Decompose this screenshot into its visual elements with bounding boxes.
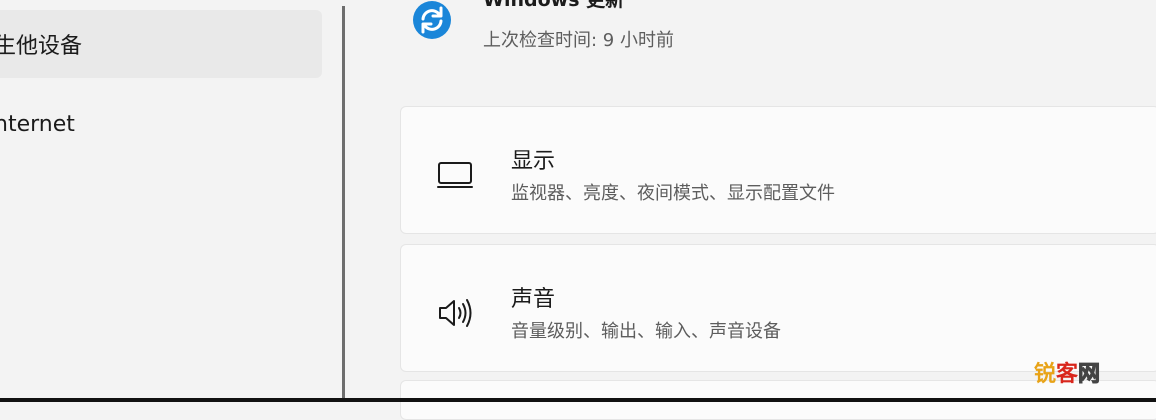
sound-settings-card[interactable]: 声音 音量级别、输出、输入、声音设备 bbox=[400, 244, 1156, 372]
watermark-char: 网 bbox=[1078, 362, 1101, 388]
sidebar-item-label: 生他设备 bbox=[0, 34, 83, 59]
sidebar: 生他设备 nternet bbox=[0, 0, 343, 398]
sync-icon bbox=[413, 1, 451, 39]
display-subtitle: 监视器、亮度、夜间模式、显示配置文件 bbox=[511, 183, 835, 204]
watermark-char: 锐 bbox=[1034, 362, 1057, 387]
speaker-icon bbox=[439, 299, 472, 327]
sound-subtitle: 音量级别、输出、输入、声音设备 bbox=[511, 321, 781, 342]
display-title: 显示 bbox=[511, 149, 556, 174]
windows-update-row[interactable]: Windows 更新 上次检查时间: 9 小时前 bbox=[412, 0, 674, 52]
sidebar-item-label: nternet bbox=[0, 111, 75, 137]
windows-update-subtitle: 上次检查时间: 9 小时前 bbox=[483, 30, 674, 51]
monitor-icon bbox=[437, 162, 473, 188]
watermark-logo: 锐客网 bbox=[1034, 356, 1101, 388]
watermark-char: 客 bbox=[1056, 362, 1079, 387]
windows-update-title: Windows 更新 bbox=[483, 0, 625, 11]
sidebar-item-bluetooth-devices[interactable]: 生他设备 bbox=[0, 10, 322, 78]
display-settings-card[interactable]: 显示 监视器、亮度、夜间模式、显示配置文件 bbox=[400, 106, 1156, 234]
bottom-border bbox=[0, 398, 1156, 402]
sound-title: 声音 bbox=[511, 287, 556, 312]
sidebar-item-network[interactable]: nternet bbox=[0, 90, 322, 158]
